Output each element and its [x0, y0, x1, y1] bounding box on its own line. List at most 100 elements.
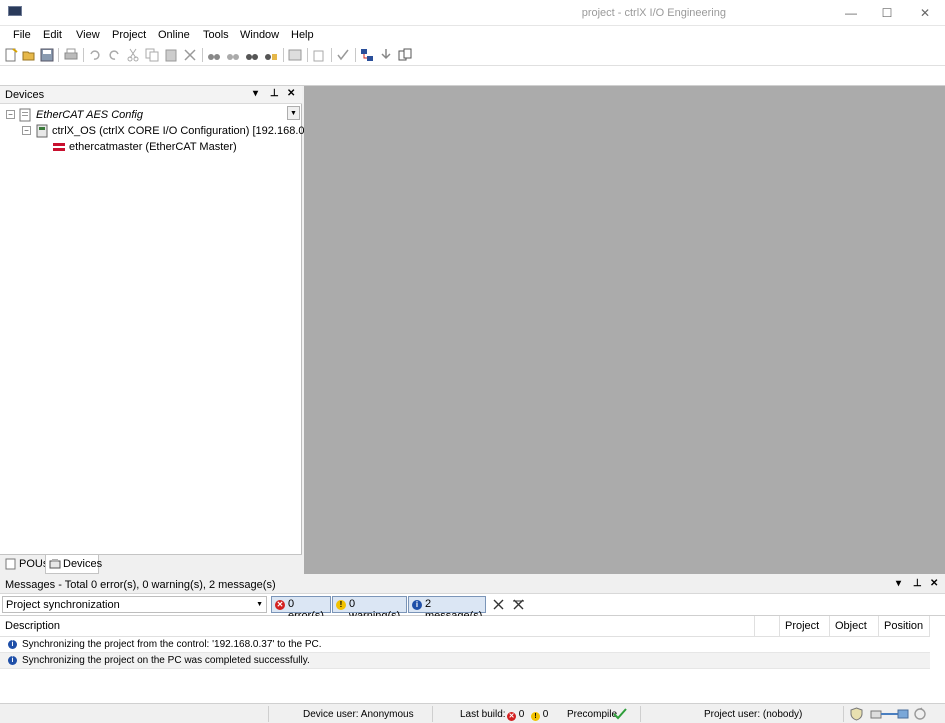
ethercat-icon [53, 143, 65, 151]
devices-panel: Devices ▾ ⊥ ✕ − EtherCAT AES Config − ct… [0, 86, 323, 574]
column-header-position[interactable]: Position [879, 616, 930, 637]
pages-icon[interactable] [398, 48, 412, 62]
error-icon: ✕ [275, 600, 285, 610]
panel-close-icon[interactable]: ✕ [930, 578, 938, 589]
network-icon[interactable] [360, 48, 374, 62]
export-icon[interactable] [312, 48, 326, 62]
menu-file[interactable]: File [13, 29, 31, 41]
info-icon: i [8, 640, 17, 649]
devices-panel-header: Devices ▾ ⊥ ✕ [0, 86, 302, 104]
undo-icon[interactable] [88, 48, 102, 62]
clear-all-messages-icon[interactable] [512, 598, 525, 611]
controller-icon [36, 124, 48, 138]
message-filter-bar: Project synchronization ▼ ✕ 0 error(s) !… [0, 594, 945, 622]
find-in-project-icon[interactable] [264, 48, 278, 62]
window-icon[interactable] [288, 48, 302, 62]
panel-close-icon[interactable]: ✕ [287, 88, 295, 99]
warning-icon: ! [531, 712, 540, 721]
message-row[interactable]: i Synchronizing the project from the con… [0, 637, 930, 653]
project-user-status: Project user: (nobody) [704, 709, 803, 720]
menu-bar: File Edit View Project Online Tools Wind… [0, 26, 945, 44]
open-project-icon[interactable] [22, 48, 36, 62]
collapse-icon[interactable]: − [6, 110, 15, 119]
messages-panel: Messages - Total 0 error(s), 0 warning(s… [0, 576, 945, 703]
menu-view[interactable]: View [76, 29, 100, 41]
pous-icon [5, 558, 16, 570]
editor-area [304, 86, 945, 574]
menu-edit[interactable]: Edit [43, 29, 62, 41]
secondary-toolbar [0, 66, 945, 86]
paste-icon[interactable] [164, 48, 178, 62]
delete-icon[interactable] [183, 48, 197, 62]
message-row[interactable]: i Synchronizing the project on the PC wa… [0, 653, 930, 669]
column-header-description[interactable]: Description [0, 616, 780, 637]
menu-window[interactable]: Window [240, 29, 279, 41]
column-header-project[interactable]: Project [780, 616, 830, 637]
warning-icon: ! [336, 600, 346, 610]
devices-panel-title: Devices [5, 89, 45, 101]
tree-node-controller[interactable]: − ctrlX_OS (ctrlX CORE I/O Configuration… [2, 124, 323, 138]
sync-icon[interactable] [913, 707, 927, 721]
copy-icon[interactable] [145, 48, 159, 62]
pin-icon[interactable]: ⊥ [270, 88, 279, 99]
panel-menu-icon[interactable]: ▾ [896, 578, 901, 589]
tab-pous-label: POUs [19, 558, 49, 570]
message-text: Synchronizing the project from the contr… [22, 639, 322, 650]
print-icon[interactable] [64, 48, 78, 62]
errors-filter-button[interactable]: ✕ 0 error(s) [271, 596, 331, 622]
tree-node-ethercat-master[interactable]: ethercatmaster (EtherCAT Master) [2, 140, 300, 154]
pin-icon[interactable]: ⊥ [913, 578, 922, 589]
message-source-select[interactable]: Project synchronization ▼ [2, 596, 267, 613]
build-errors-count: 0 [518, 709, 525, 720]
chevron-down-icon: ▼ [256, 601, 263, 608]
tab-devices-label: Devices [63, 558, 103, 570]
shield-icon[interactable] [850, 707, 863, 721]
error-icon: ✕ [507, 712, 516, 721]
tree-dropdown-button[interactable]: ▼ [287, 106, 300, 120]
menu-help[interactable]: Help [291, 29, 314, 41]
collapse-icon[interactable]: − [22, 126, 31, 135]
info-icon: i [8, 656, 17, 665]
build-warnings: ! 0 [531, 709, 548, 721]
messages-panel-title: Messages - Total 0 error(s), 0 warning(s… [5, 579, 276, 591]
redo-icon[interactable] [107, 48, 121, 62]
precompile-status[interactable]: Precompile [567, 709, 617, 720]
messages-filter-button[interactable]: i 2 message(s) [408, 596, 486, 622]
message-source-value: Project synchronization [6, 599, 120, 611]
check-icon [613, 708, 627, 720]
connection-icon[interactable] [870, 708, 910, 720]
info-icon: i [412, 600, 422, 610]
find-icon[interactable] [207, 48, 221, 62]
menu-tools[interactable]: Tools [203, 29, 229, 41]
devices-bottom-tabs: POUs Devices [0, 554, 302, 574]
close-button[interactable]: ✕ [906, 0, 944, 26]
find-next-icon[interactable] [245, 48, 259, 62]
minimize-button[interactable]: — [832, 0, 870, 26]
last-build-label: Last build: [460, 709, 506, 720]
tree-label-ethercat-master: ethercatmaster (EtherCAT Master) [69, 141, 237, 153]
tab-devices[interactable]: Devices [45, 555, 103, 574]
menu-project[interactable]: Project [112, 29, 146, 41]
window-title: project - ctrlX I/O Engineering [581, 7, 726, 19]
clear-messages-icon[interactable] [492, 598, 505, 611]
tree-node-root[interactable]: − EtherCAT AES Config [2, 108, 286, 122]
tree-label-controller: ctrlX_OS (ctrlX CORE I/O Configuration) … [52, 125, 323, 137]
download-icon[interactable] [379, 48, 393, 62]
toolbar [0, 44, 945, 66]
column-header-object[interactable]: Object [830, 616, 879, 637]
device-user-status: Device user: Anonymous [303, 709, 414, 720]
panel-menu-icon[interactable]: ▾ [253, 88, 258, 99]
tab-pous[interactable]: POUs [2, 555, 49, 574]
cut-icon[interactable] [126, 48, 140, 62]
maximize-button[interactable]: ☐ [868, 0, 906, 26]
replace-icon[interactable] [226, 48, 240, 62]
save-icon[interactable] [40, 48, 54, 62]
check-icon[interactable] [336, 48, 350, 62]
menu-online[interactable]: Online [158, 29, 190, 41]
message-text: Synchronizing the project on the PC was … [22, 655, 310, 666]
new-project-icon[interactable] [4, 48, 18, 62]
warnings-filter-button[interactable]: ! 0 warning(s) [332, 596, 407, 622]
messages-table: Description Project Object Position i Sy… [0, 616, 930, 703]
devices-icon [49, 559, 61, 569]
tree-label-root: EtherCAT AES Config [36, 109, 143, 121]
